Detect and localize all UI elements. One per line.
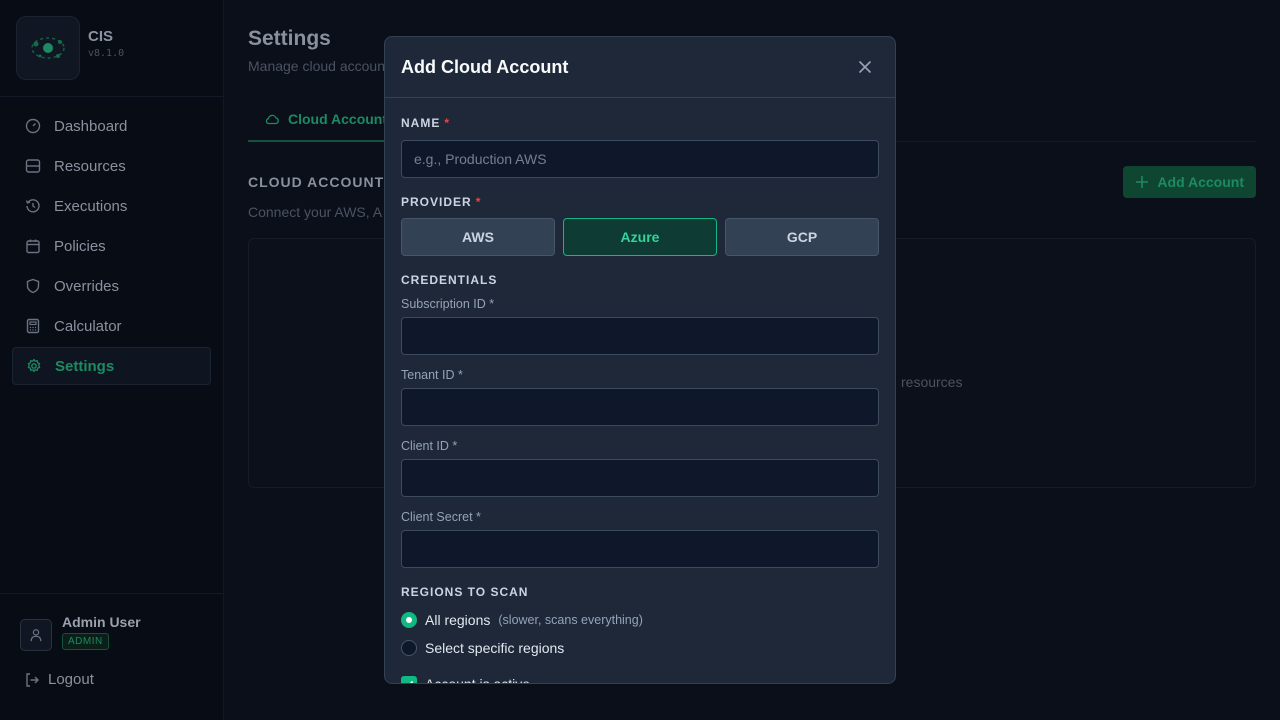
user-name: Admin User [62,614,141,630]
region-specific-option[interactable]: Select specific regions [401,638,879,658]
page-subtitle: Manage cloud accoun [248,58,385,74]
region-all-hint: (slower, scans everything) [498,613,643,627]
dialog-title: Add Cloud Account [401,56,569,77]
add-account-label: Add Account [1157,174,1244,190]
region-specific-label: Select specific regions [425,640,565,656]
sidebar-item-calculator[interactable]: Calculator [12,307,211,345]
history-icon [24,197,42,215]
region-all-label: All regions [425,612,491,628]
name-input[interactable] [401,140,879,178]
subscription-id-label: Subscription ID * [401,297,495,311]
logout-icon [24,672,40,688]
page-title: Settings [248,27,331,50]
subscription-id-input[interactable] [401,317,879,355]
dialog-body: NAME* PROVIDER* AWS Azure GCP CREDENTIAL… [385,98,895,684]
tenant-id-label: Tenant ID * [401,368,463,382]
tab-label: Cloud Account [288,110,388,127]
sidebar-footer: Admin User ADMIN Logout [0,593,223,720]
sidebar-item-label: Resources [54,157,126,175]
sidebar-item-label: Policies [54,237,106,255]
sidebar-item-label: Settings [55,357,115,375]
client-id-label: Client ID * [401,439,458,453]
provider-label: PROVIDER * [401,195,482,209]
calendar-icon [24,237,42,255]
sidebar-item-settings[interactable]: Settings [12,347,211,385]
app-logo[interactable] [16,16,80,80]
name-label: NAME * [401,116,451,130]
check-icon [409,680,414,683]
close-icon [858,60,872,74]
dialog-header: Add Cloud Account [385,37,895,98]
radio-selected[interactable] [401,612,417,628]
active-label: Account is active [425,676,531,684]
tenant-id-input[interactable] [401,388,879,426]
logo-icon [31,37,65,59]
logout-button[interactable]: Logout [0,651,223,688]
server-icon [24,157,42,175]
sidebar-item-label: Executions [54,197,128,215]
user-card: Admin User ADMIN [0,594,223,651]
plus-icon [1135,175,1149,189]
add-account-button[interactable]: Add Account [1123,166,1256,198]
radio-unselected[interactable] [401,640,417,656]
sidebar-item-executions[interactable]: Executions [12,187,211,225]
sidebar-item-label: Calculator [54,317,122,335]
gauge-icon [24,117,42,135]
client-id-input[interactable] [401,459,879,497]
close-button[interactable] [855,57,875,77]
sidebar-item-label: Dashboard [54,117,128,135]
empty-state-text: resources [901,374,963,390]
provider-aws-button[interactable]: AWS [401,218,555,256]
active-checkbox[interactable] [401,676,417,683]
user-icon [30,629,42,642]
brand: CIS v8.1.0 [0,0,223,97]
tab-cloud-accounts[interactable]: Cloud Account [248,97,398,142]
sidebar-item-dashboard[interactable]: Dashboard [12,107,211,145]
sidebar-item-overrides[interactable]: Overrides [12,267,211,305]
sidebar-item-resources[interactable]: Resources [12,147,211,185]
sidebar-nav: Dashboard Resources Executions Policies … [0,97,223,385]
region-all-option[interactable]: All regions (slower, scans everything) [401,610,879,630]
section-title: CLOUD ACCOUNTS [248,174,395,190]
calculator-icon [24,317,42,335]
client-secret-label: Client Secret * [401,510,481,524]
provider-gcp-button[interactable]: GCP [725,218,879,256]
regions-label: REGIONS TO SCAN [401,585,529,599]
account-active-option[interactable]: Account is active [401,674,879,684]
provider-azure-button[interactable]: Azure [563,218,717,256]
app-version: v8.1.0 [88,47,125,59]
gear-icon [25,357,43,375]
sidebar-item-policies[interactable]: Policies [12,227,211,265]
logout-label: Logout [48,671,94,688]
provider-selector: AWS Azure GCP [401,218,879,256]
credentials-label: CREDENTIALS [401,273,498,287]
section-description: Connect your AWS, A [248,204,383,220]
sidebar-item-label: Overrides [54,277,120,295]
shield-icon [24,277,42,295]
role-badge: ADMIN [62,633,109,650]
client-secret-input[interactable] [401,530,879,568]
avatar [20,619,52,651]
cloud-icon [264,111,280,127]
sidebar: CIS v8.1.0 Dashboard Resources Execution… [0,0,224,720]
add-cloud-account-dialog: Add Cloud Account NAME* PROVIDER* AWS Az… [384,36,896,684]
app-name: CIS [88,27,114,45]
